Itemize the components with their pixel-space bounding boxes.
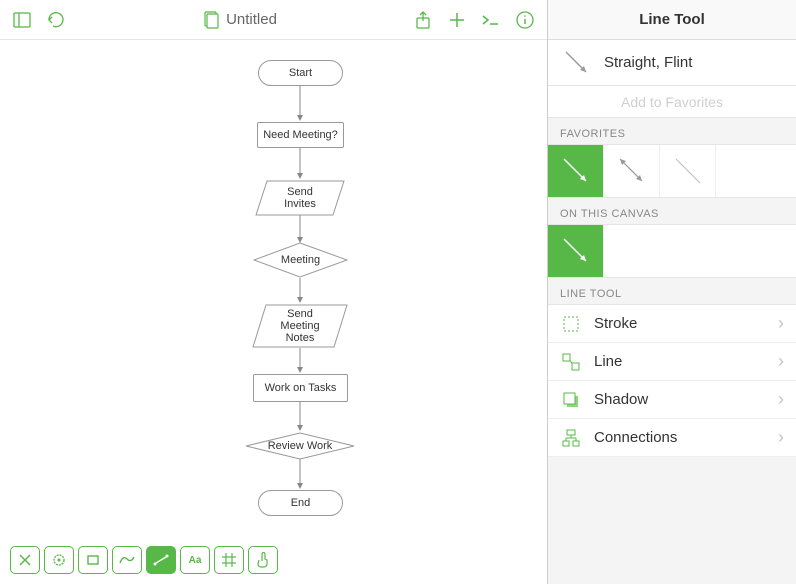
on-canvas-row — [548, 224, 796, 278]
tool-grid[interactable] — [214, 546, 244, 574]
favorite-swatch-3[interactable] — [660, 145, 716, 197]
share-icon[interactable] — [411, 8, 435, 32]
flow-node-meeting[interactable]: Meeting — [253, 242, 348, 278]
flow-node-send-notes[interactable]: Send Meeting Notes — [252, 304, 348, 348]
section-favorites: FAVORITES — [548, 118, 796, 144]
connections-icon — [560, 427, 582, 449]
stroke-icon — [560, 313, 582, 335]
favorite-swatch-2[interactable] — [604, 145, 660, 197]
sidebar-toggle-icon[interactable] — [10, 8, 34, 32]
list-item-connections[interactable]: Connections › — [548, 419, 796, 457]
line-arrow-icon — [562, 48, 592, 78]
document-title-text: Untitled — [226, 11, 277, 28]
tool-touch[interactable] — [248, 546, 278, 574]
tool-shape-rect[interactable] — [78, 546, 108, 574]
canvas-area: Untitled Start Need Me — [0, 0, 548, 584]
add-icon[interactable] — [445, 8, 469, 32]
list-item-line[interactable]: Line › — [548, 343, 796, 381]
chevron-right-icon: › — [778, 389, 784, 410]
flow-node-start[interactable]: Start — [258, 60, 343, 86]
list-item-stroke[interactable]: Stroke › — [548, 305, 796, 343]
current-line-style[interactable]: Straight, Flint — [548, 40, 796, 86]
chevron-right-icon: › — [778, 313, 784, 334]
panel-title: Line Tool — [548, 0, 796, 40]
chevron-right-icon: › — [778, 351, 784, 372]
tool-selection[interactable] — [10, 546, 40, 574]
shadow-icon — [560, 389, 582, 411]
favorites-row — [548, 144, 796, 198]
section-on-canvas: ON THIS CANVAS — [548, 198, 796, 224]
section-line-tool: LINE TOOL — [548, 278, 796, 304]
top-toolbar: Untitled — [0, 0, 547, 40]
canvas[interactable]: Start Need Meeting? Send Invites Meeting… — [0, 40, 547, 584]
add-to-favorites-button[interactable]: Add to Favorites — [548, 86, 796, 118]
inspector-panel: Line Tool Straight, Flint Add to Favorit… — [548, 0, 796, 584]
flow-node-review-work[interactable]: Review Work — [245, 432, 355, 460]
flow-node-send-invites[interactable]: Send Invites — [255, 180, 345, 216]
favorite-swatch-1[interactable] — [548, 145, 604, 197]
flow-node-end[interactable]: End — [258, 490, 343, 516]
line-icon — [560, 351, 582, 373]
line-tool-list: Stroke › Line › Shadow › Connections › — [548, 304, 796, 457]
list-item-shadow[interactable]: Shadow › — [548, 381, 796, 419]
undo-icon[interactable] — [44, 8, 68, 32]
tool-freehand[interactable] — [112, 546, 142, 574]
tool-line[interactable] — [146, 546, 176, 574]
current-line-label: Straight, Flint — [604, 54, 692, 71]
document-title[interactable]: Untitled — [202, 10, 277, 30]
console-icon[interactable] — [479, 8, 503, 32]
flow-node-work-tasks[interactable]: Work on Tasks — [253, 374, 348, 402]
info-icon[interactable] — [513, 8, 537, 32]
tool-shape-circle[interactable] — [44, 546, 74, 574]
canvas-swatch-1[interactable] — [548, 225, 604, 277]
flow-node-need-meeting[interactable]: Need Meeting? — [257, 122, 344, 148]
chevron-right-icon: › — [778, 427, 784, 448]
tool-dock: Aa — [10, 546, 278, 574]
tool-text[interactable]: Aa — [180, 546, 210, 574]
